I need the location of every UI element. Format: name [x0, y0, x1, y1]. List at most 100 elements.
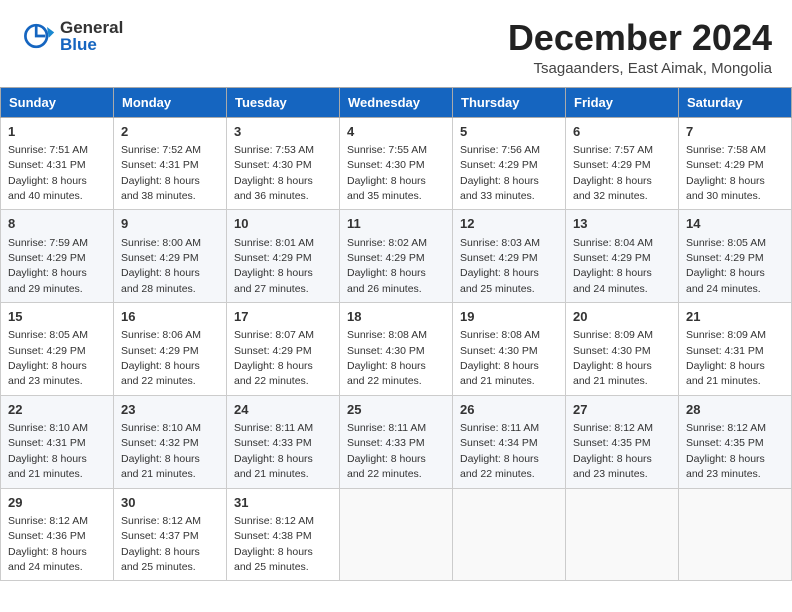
day-info: Sunrise: 7:56 AMSunset: 4:29 PMDaylight:…	[460, 144, 540, 202]
day-info: Sunrise: 7:55 AMSunset: 4:30 PMDaylight:…	[347, 144, 427, 202]
calendar-cell: 21 Sunrise: 8:09 AMSunset: 4:31 PMDayligh…	[679, 303, 792, 396]
calendar-cell	[679, 488, 792, 581]
day-number: 28	[686, 401, 784, 419]
day-number: 19	[460, 308, 558, 326]
month-title: December 2024	[508, 18, 772, 58]
logo-icon	[20, 18, 56, 54]
day-info: Sunrise: 7:57 AMSunset: 4:29 PMDaylight:…	[573, 144, 653, 202]
day-info: Sunrise: 8:01 AMSunset: 4:29 PMDaylight:…	[234, 237, 314, 295]
day-number: 27	[573, 401, 671, 419]
day-number: 26	[460, 401, 558, 419]
calendar-cell: 13 Sunrise: 8:04 AMSunset: 4:29 PMDayligh…	[566, 210, 679, 303]
day-number: 29	[8, 494, 106, 512]
day-number: 4	[347, 123, 445, 141]
day-number: 30	[121, 494, 219, 512]
day-number: 1	[8, 123, 106, 141]
calendar-cell: 12 Sunrise: 8:03 AMSunset: 4:29 PMDayligh…	[453, 210, 566, 303]
day-number: 9	[121, 215, 219, 233]
day-number: 11	[347, 215, 445, 233]
calendar-cell: 27 Sunrise: 8:12 AMSunset: 4:35 PMDayligh…	[566, 395, 679, 488]
calendar-cell: 24Sunrise: 8:11 AMSunset: 4:33 PMDayligh…	[227, 395, 340, 488]
calendar-cell: 9 Sunrise: 8:00 AMSunset: 4:29 PMDaylight…	[114, 210, 227, 303]
day-number: 14	[686, 215, 784, 233]
day-number: 12	[460, 215, 558, 233]
day-number: 13	[573, 215, 671, 233]
weekday-header: Monday	[114, 87, 227, 117]
day-info: Sunrise: 8:08 AMSunset: 4:30 PMDaylight:…	[347, 329, 427, 387]
day-info: Sunrise: 8:11 AMSunset: 4:34 PMDaylight:…	[460, 422, 539, 480]
day-number: 6	[573, 123, 671, 141]
location: Tsagaanders, East Aimak, Mongolia	[508, 60, 772, 77]
day-number: 25	[347, 401, 445, 419]
calendar-cell	[566, 488, 679, 581]
calendar-week-row: 15Sunrise: 8:05 AMSunset: 4:29 PMDayligh…	[1, 303, 792, 396]
weekday-header: Wednesday	[340, 87, 453, 117]
title-block: December 2024 Tsagaanders, East Aimak, M…	[508, 18, 772, 77]
logo-text: General Blue	[60, 19, 123, 53]
day-info: Sunrise: 7:58 AMSunset: 4:29 PMDaylight:…	[686, 144, 766, 202]
day-info: Sunrise: 8:02 AMSunset: 4:29 PMDaylight:…	[347, 237, 427, 295]
calendar-week-row: 29 Sunrise: 8:12 AMSunset: 4:36 PMDayligh…	[1, 488, 792, 581]
weekday-header: Friday	[566, 87, 679, 117]
calendar-cell: 15Sunrise: 8:05 AMSunset: 4:29 PMDayligh…	[1, 303, 114, 396]
day-info: Sunrise: 8:12 AMSunset: 4:38 PMDaylight:…	[234, 515, 314, 573]
calendar-week-row: 1 Sunrise: 7:51 AMSunset: 4:31 PMDaylight…	[1, 117, 792, 210]
calendar-cell: 16 Sunrise: 8:06 AMSunset: 4:29 PMDayligh…	[114, 303, 227, 396]
calendar-cell: 4 Sunrise: 7:55 AMSunset: 4:30 PMDaylight…	[340, 117, 453, 210]
day-info: Sunrise: 8:05 AMSunset: 4:29 PMDaylight:…	[686, 237, 766, 295]
day-info: Sunrise: 8:00 AMSunset: 4:29 PMDaylight:…	[121, 237, 201, 295]
day-info: Sunrise: 8:12 AMSunset: 4:36 PMDaylight:…	[8, 515, 88, 573]
day-info: Sunrise: 8:04 AMSunset: 4:29 PMDaylight:…	[573, 237, 653, 295]
calendar-cell: 28 Sunrise: 8:12 AMSunset: 4:35 PMDayligh…	[679, 395, 792, 488]
day-info: Sunrise: 8:06 AMSunset: 4:29 PMDaylight:…	[121, 329, 201, 387]
day-info: Sunrise: 7:52 AMSunset: 4:31 PMDaylight:…	[121, 144, 201, 202]
calendar-cell: 20Sunrise: 8:09 AMSunset: 4:30 PMDayligh…	[566, 303, 679, 396]
day-info: Sunrise: 8:07 AMSunset: 4:29 PMDaylight:…	[234, 329, 314, 387]
calendar-cell: 10 Sunrise: 8:01 AMSunset: 4:29 PMDayligh…	[227, 210, 340, 303]
weekday-header-row: SundayMondayTuesdayWednesdayThursdayFrid…	[1, 87, 792, 117]
calendar-cell	[340, 488, 453, 581]
calendar-cell: 29 Sunrise: 8:12 AMSunset: 4:36 PMDayligh…	[1, 488, 114, 581]
day-info: Sunrise: 8:12 AMSunset: 4:35 PMDaylight:…	[573, 422, 653, 480]
day-number: 18	[347, 308, 445, 326]
day-info: Sunrise: 8:08 AMSunset: 4:30 PMDaylight:…	[460, 329, 540, 387]
weekday-header: Thursday	[453, 87, 566, 117]
day-number: 3	[234, 123, 332, 141]
day-number: 10	[234, 215, 332, 233]
calendar-cell: 5Sunrise: 7:56 AMSunset: 4:29 PMDaylight…	[453, 117, 566, 210]
calendar-cell: 7 Sunrise: 7:58 AMSunset: 4:29 PMDaylight…	[679, 117, 792, 210]
calendar-cell: 18 Sunrise: 8:08 AMSunset: 4:30 PMDayligh…	[340, 303, 453, 396]
calendar-week-row: 22Sunrise: 8:10 AMSunset: 4:31 PMDayligh…	[1, 395, 792, 488]
day-info: Sunrise: 8:03 AMSunset: 4:29 PMDaylight:…	[460, 237, 540, 295]
weekday-header: Saturday	[679, 87, 792, 117]
day-info: Sunrise: 7:51 AMSunset: 4:31 PMDaylight:…	[8, 144, 88, 202]
day-number: 24	[234, 401, 332, 419]
calendar-cell: 30 Sunrise: 8:12 AMSunset: 4:37 PMDayligh…	[114, 488, 227, 581]
calendar-cell: 14 Sunrise: 8:05 AMSunset: 4:29 PMDayligh…	[679, 210, 792, 303]
calendar-cell: 17 Sunrise: 8:07 AMSunset: 4:29 PMDayligh…	[227, 303, 340, 396]
day-info: Sunrise: 8:12 AMSunset: 4:37 PMDaylight:…	[121, 515, 201, 573]
logo: General Blue	[20, 18, 123, 54]
calendar-cell: 26 Sunrise: 8:11 AMSunset: 4:34 PMDayligh…	[453, 395, 566, 488]
calendar-cell: 11 Sunrise: 8:02 AMSunset: 4:29 PMDayligh…	[340, 210, 453, 303]
day-number: 15	[8, 308, 106, 326]
calendar-cell: 2Sunrise: 7:52 AMSunset: 4:31 PMDaylight…	[114, 117, 227, 210]
calendar-cell: 19 Sunrise: 8:08 AMSunset: 4:30 PMDayligh…	[453, 303, 566, 396]
day-number: 31	[234, 494, 332, 512]
day-info: Sunrise: 8:12 AMSunset: 4:35 PMDaylight:…	[686, 422, 766, 480]
day-info: Sunrise: 8:09 AMSunset: 4:31 PMDaylight:…	[686, 329, 766, 387]
calendar-cell: 25 Sunrise: 8:11 AMSunset: 4:33 PMDayligh…	[340, 395, 453, 488]
day-number: 23	[121, 401, 219, 419]
day-number: 7	[686, 123, 784, 141]
day-info: Sunrise: 8:09 AMSunset: 4:30 PMDaylight:…	[573, 329, 653, 387]
calendar-cell: 1 Sunrise: 7:51 AMSunset: 4:31 PMDaylight…	[1, 117, 114, 210]
day-info: Sunrise: 8:11 AMSunset: 4:33 PMDaylight:…	[347, 422, 426, 480]
day-number: 16	[121, 308, 219, 326]
page-header: General Blue December 2024 Tsagaanders, …	[0, 0, 792, 87]
calendar-week-row: 8Sunrise: 7:59 AMSunset: 4:29 PMDaylight…	[1, 210, 792, 303]
day-number: 22	[8, 401, 106, 419]
calendar-cell: 8Sunrise: 7:59 AMSunset: 4:29 PMDaylight…	[1, 210, 114, 303]
day-number: 21	[686, 308, 784, 326]
day-number: 17	[234, 308, 332, 326]
calendar-cell: 6 Sunrise: 7:57 AMSunset: 4:29 PMDaylight…	[566, 117, 679, 210]
